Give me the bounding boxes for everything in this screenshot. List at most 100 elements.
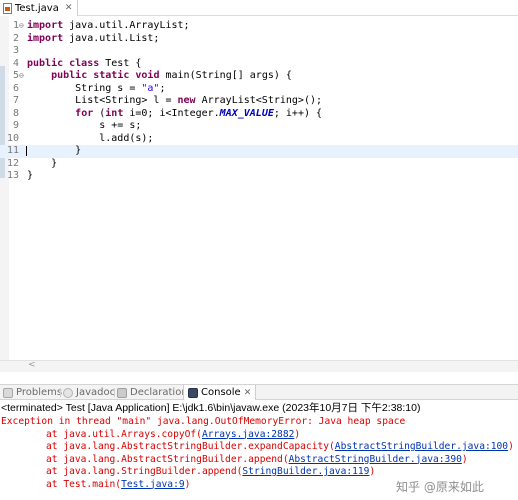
close-icon[interactable]: ✕ [65, 3, 73, 13]
scroll-left-icon[interactable]: < [28, 360, 36, 370]
code-editor[interactable]: 1 ⊖ import java.util.ArrayList; 2 import jav… [0, 16, 518, 366]
code-text: } [27, 170, 33, 183]
code-line[interactable]: 5 ⊖ public static void main(String[] args… [0, 70, 518, 83]
code-token: String s = [27, 82, 142, 94]
problems-icon [3, 387, 13, 398]
console-text: ) [294, 428, 301, 440]
code-token: i=0; i<Integer. [123, 107, 220, 119]
code-text: s += s; [27, 120, 141, 133]
code-text: List<String> l = new ArrayList<String>()… [27, 95, 322, 108]
line-number: 12 [6, 157, 19, 169]
console-text: at java.util.Arrays.copyOf( [46, 428, 202, 440]
code-line[interactable]: 11 } [0, 145, 518, 158]
console-text: at Test.main( [46, 478, 122, 490]
code-token: main(String[] args) { [159, 70, 292, 81]
code-text: l.add(s); [27, 133, 153, 146]
tab-javadoc[interactable]: Javadoc [63, 385, 115, 400]
console-text: at java.lang.AbstractStringBuilder.appen… [46, 453, 289, 465]
stacktrace-link[interactable]: Arrays.java:2882 [202, 429, 294, 440]
code-token: s += s; [27, 120, 142, 131]
code-line[interactable]: 9 s += s; [0, 120, 518, 133]
code-line[interactable]: 6 String s = "a"; [0, 83, 518, 96]
stacktrace-link[interactable]: AbstractStringBuilder.java:100 [335, 441, 508, 452]
tab-console[interactable]: Console ✕ [183, 385, 257, 400]
code-text: public class Test { [27, 58, 141, 71]
line-number: 2 [12, 32, 19, 44]
string-token: "a" [141, 82, 160, 94]
line-number: 4 [12, 57, 19, 69]
code-text: for (int i=0; i<Integer.MAX_VALUE; i++) … [27, 108, 322, 121]
code-text: } [27, 145, 81, 158]
code-line[interactable]: 3 [0, 45, 518, 58]
code-text: } [27, 158, 57, 171]
console-text: at java.lang.AbstractStringBuilder.expan… [46, 441, 335, 452]
console-line: at java.util.Arrays.copyOf(Arrays.java:2… [46, 429, 300, 442]
code-token: java.util.List; [63, 32, 160, 44]
line-number: 8 [12, 107, 19, 119]
text-caret [26, 146, 27, 156]
code-token: java.util.ArrayList; [63, 20, 190, 31]
line-number: 11 [6, 145, 19, 156]
tab-javadoc-label: Javadoc [76, 387, 116, 398]
code-line[interactable]: 2 import java.util.List; [0, 33, 518, 46]
console-status-header: <terminated> Test [Java Application] E:\… [1, 402, 421, 414]
line-number: 5 [12, 70, 19, 81]
code-line[interactable]: 8 for (int i=0; i<Integer.MAX_VALUE; i++… [0, 108, 518, 121]
code-token: } [27, 157, 58, 169]
code-token: } [27, 145, 82, 156]
fold-toggle-icon[interactable]: ⊖ [19, 70, 25, 83]
console-text: ) [184, 478, 191, 490]
tab-divider [114, 388, 115, 397]
keyword-token: public static void [51, 70, 160, 81]
tab-divider [60, 388, 61, 397]
javadoc-icon [63, 387, 73, 398]
keyword-token: public class [27, 57, 100, 69]
bottom-panel-tab-bar: Problems Javadoc Declaration Console ✕ [0, 384, 518, 400]
line-number: 9 [12, 120, 19, 131]
code-line[interactable]: 12 } [0, 158, 518, 171]
code-text: import java.util.ArrayList; [27, 20, 190, 33]
console-line: at java.lang.StringBuilder.append(String… [46, 466, 375, 479]
stacktrace-link[interactable]: Test.java:9 [121, 479, 185, 490]
keyword-token: import [27, 32, 64, 44]
keyword-token: int [105, 107, 124, 119]
code-token: ; [159, 82, 166, 94]
console-icon [188, 387, 198, 398]
keyword-token: new [177, 95, 196, 106]
keyword-token: for [75, 107, 94, 119]
code-text: public static void main(String[] args) { [27, 70, 292, 83]
console-text: ) [508, 441, 514, 452]
stacktrace-link[interactable]: StringBuilder.java:119 [242, 466, 369, 477]
tab-problems[interactable]: Problems [3, 385, 62, 400]
tab-declaration-label: Declaration [130, 387, 188, 398]
stacktrace-link[interactable]: AbstractStringBuilder.java:390 [289, 454, 462, 465]
editor-tab-test-java[interactable]: Test.java ✕ [0, 0, 79, 16]
close-icon[interactable]: ✕ [244, 388, 252, 398]
line-number: 10 [6, 132, 19, 144]
constant-token: MAX_VALUE [219, 107, 274, 119]
code-token: ArrayList<String>(); [195, 95, 323, 106]
code-line[interactable]: 7 List<String> l = new ArrayList<String>… [0, 95, 518, 108]
editor-horizontal-scrollbar[interactable]: < [0, 360, 518, 372]
code-line[interactable]: 10 l.add(s); [0, 133, 518, 146]
editor-tab-title: Test.java [15, 2, 59, 14]
code-token: ; i++) { [273, 107, 323, 119]
console-text: ) [461, 453, 468, 465]
code-token: List<String> l = [27, 95, 178, 106]
code-line[interactable]: 4 public class Test { [0, 58, 518, 71]
console-text: Exception in thread "main" java.lang.Out… [1, 416, 406, 427]
line-number: 3 [12, 45, 19, 56]
console-line: at java.lang.AbstractStringBuilder.expan… [46, 441, 514, 454]
code-line[interactable]: 1 ⊖ import java.util.ArrayList; [0, 20, 518, 33]
keyword-token: import [27, 20, 64, 31]
java-file-icon [3, 2, 12, 14]
code-line[interactable]: 13} [0, 170, 518, 183]
code-token: l.add(s); [27, 132, 154, 144]
tab-console-label: Console [201, 387, 241, 398]
fold-toggle-icon[interactable]: ⊖ [19, 20, 25, 33]
tab-declaration[interactable]: Declaration [117, 385, 188, 400]
console-text: at java.lang.StringBuilder.append( [46, 466, 243, 477]
console-line: Exception in thread "main" java.lang.Out… [1, 416, 405, 429]
